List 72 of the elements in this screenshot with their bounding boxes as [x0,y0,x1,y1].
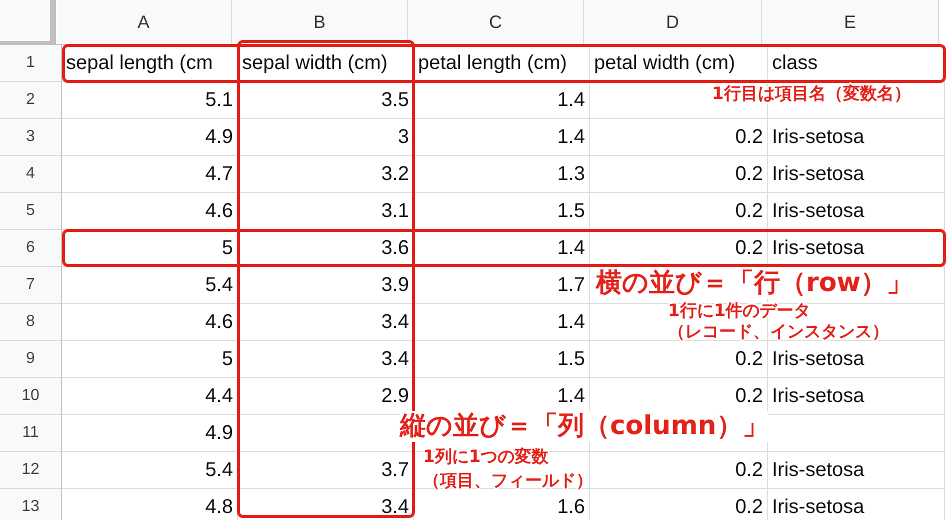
table-cell: 3.4 [238,304,414,341]
table-cell: 1.6 [414,489,590,520]
table-cell: 3.1 [238,193,414,230]
table-cell: 0.2 [590,452,768,489]
table-cell: 0.2 [590,341,768,378]
table-cell: 3.5 [238,82,414,119]
table-cell: Iris-setosa [768,452,945,489]
table-cell: 4.7 [62,156,238,193]
table-cell: Iris-setosa [768,193,945,230]
column-header[interactable]: A [56,0,232,45]
row-header[interactable]: 8 [0,304,62,341]
table-cell: 4.9 [62,415,238,452]
table-cell: 3.4 [238,489,414,520]
table-cell: 1.7 [414,267,590,304]
table-cell: 0.2 [590,489,768,520]
row-header[interactable]: 1 [0,45,62,82]
annotation-text: （レコード、インスタンス） [668,322,889,342]
column-header[interactable]: D [584,0,762,45]
header-cell: sepal width (cm) [238,45,414,82]
row-header[interactable]: 11 [0,415,62,452]
table-cell: 3 [238,119,414,156]
table-cell: 3.4 [238,341,414,378]
header-cell: class [768,45,945,82]
table-cell: 1.5 [414,193,590,230]
table-cell: 1.4 [414,82,590,119]
table-cell: 0.2 [590,156,768,193]
table-cell: 0.2 [590,193,768,230]
corner-cell[interactable] [0,0,56,45]
table-cell: 3.9 [238,267,414,304]
table-cell: 1.3 [414,156,590,193]
column-header[interactable]: C [408,0,584,45]
table-cell: 3.7 [238,452,414,489]
table-cell: 4.9 [62,119,238,156]
row-header[interactable]: 5 [0,193,62,230]
column-header[interactable]: E [762,0,939,45]
table-cell: Iris-setosa [768,119,945,156]
table-cell: 5.4 [62,452,238,489]
table-cell: 3.6 [238,230,414,267]
table-cell: Iris-setosa [768,489,945,520]
row-header[interactable]: 13 [0,489,62,520]
table-cell: 4.6 [62,304,238,341]
annotation-text: 1列に1つの変数 [423,447,549,468]
table-cell: 4.8 [62,489,238,520]
header-cell: petal length (cm) [414,45,590,82]
table-cell: Iris-setosa [768,156,945,193]
table-cell: 3.2 [238,156,414,193]
row-header[interactable]: 12 [0,452,62,489]
row-header[interactable]: 10 [0,378,62,415]
table-cell: 1.4 [414,119,590,156]
table-cell: 4.4 [62,378,238,415]
row-header[interactable]: 4 [0,156,62,193]
table-cell: 0.2 [590,119,768,156]
table-cell: 5.1 [62,82,238,119]
table-cell: Iris-setosa [768,378,945,415]
annotation-text: （項目、フィールド） [423,471,593,492]
table-cell: Iris-setosa [768,341,945,378]
table-cell: Iris-setosa [768,230,945,267]
table-cell: 1.5 [414,341,590,378]
row-header[interactable]: 9 [0,341,62,378]
row-header[interactable]: 2 [0,82,62,119]
row-header[interactable]: 3 [0,119,62,156]
row-header[interactable]: 6 [0,230,62,267]
table-cell: 1.4 [414,304,590,341]
table-cell: 5.4 [62,267,238,304]
table-cell: 5 [62,341,238,378]
row-header[interactable]: 7 [0,267,62,304]
header-cell: petal width (cm) [590,45,768,82]
annotation-text: 1行目は項目名（変数名） [712,84,911,104]
annotation-text: 1行に1件のデータ [668,301,811,322]
column-header[interactable]: B [232,0,408,45]
table-cell: 0.2 [590,230,768,267]
table-cell: 1.4 [414,230,590,267]
